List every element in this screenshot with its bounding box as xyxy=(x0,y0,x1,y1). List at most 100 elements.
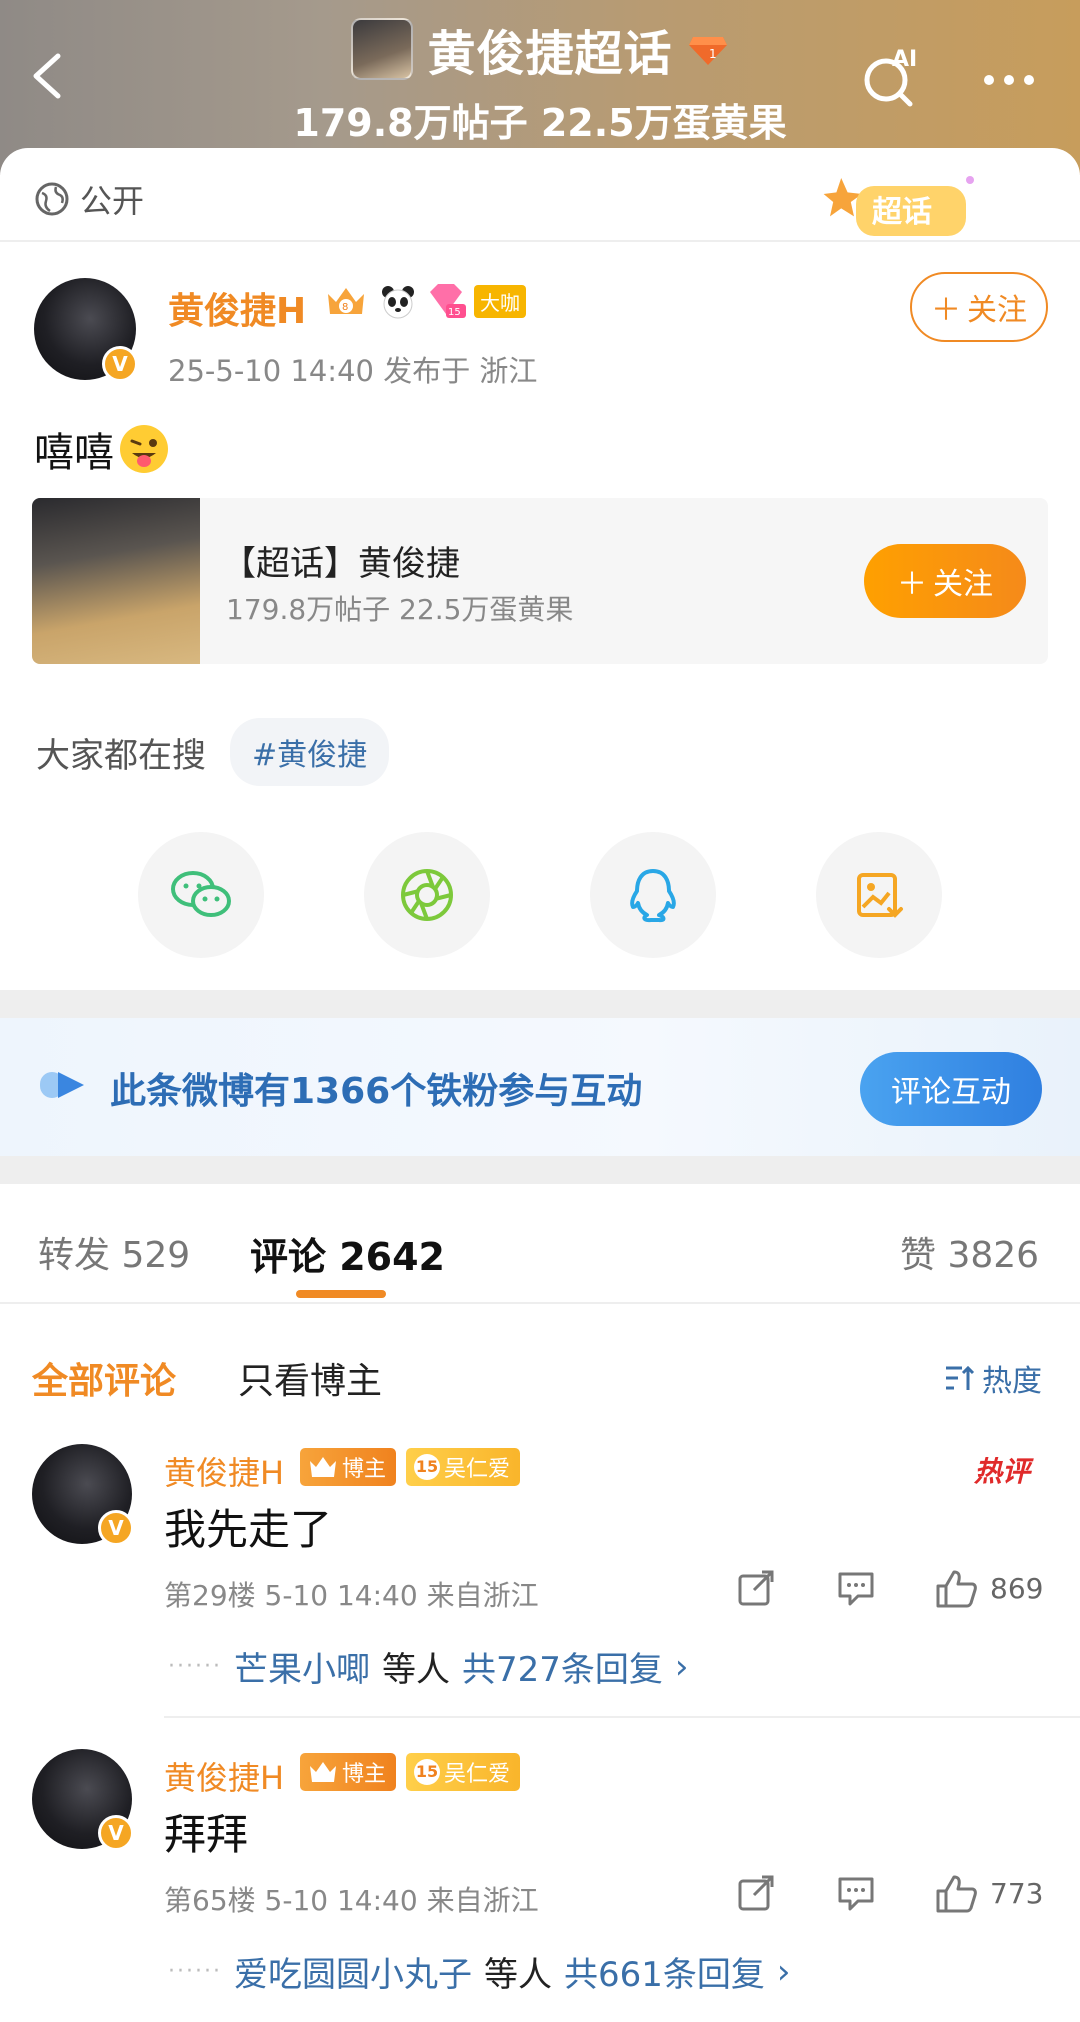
share-icon[interactable] xyxy=(734,1566,778,1610)
sort-icon xyxy=(946,1365,975,1390)
diamond-level-icon: 15 xyxy=(430,284,466,318)
reply-users: 芒果小唧 xyxy=(233,1650,370,1690)
like-count: 773 xyxy=(990,1876,1044,1910)
save-image-icon xyxy=(857,873,903,918)
crown-level-icon: 8 xyxy=(328,288,364,314)
reply-total: 共727条回复 xyxy=(461,1650,663,1690)
qq-icon xyxy=(630,869,676,923)
reply-total: 共661条回复 xyxy=(563,1955,765,1995)
thumbs-up-icon xyxy=(936,1570,977,1608)
reply-icon[interactable] xyxy=(834,1566,878,1610)
share-wechat-button[interactable] xyxy=(138,832,264,958)
like-button[interactable]: 773 xyxy=(934,1871,1043,1915)
section-gap xyxy=(0,1156,1080,1184)
comment-interact-button[interactable]: 评论互动 xyxy=(860,1052,1042,1126)
verified-v-icon: V xyxy=(98,1510,134,1546)
gem-badge-icon: 1 xyxy=(688,37,727,65)
comment-actions: 773 xyxy=(734,1871,1043,1915)
chevron-right-icon: › xyxy=(674,1646,689,1687)
post-content: 嘻嘻 xyxy=(34,420,168,478)
comment-meta: 第65楼 5-10 14:40 来自浙江 xyxy=(164,1884,539,1917)
comment-text: 拜拜 xyxy=(164,1810,249,1859)
fan-level-badge: 15 吴仁爱 xyxy=(406,1753,521,1791)
reply-mid-text: 等人 xyxy=(483,1955,552,1995)
filter-all-comments[interactable]: 全部评论 xyxy=(32,1352,176,1404)
author-badges: 8 15 大咖 xyxy=(322,282,526,320)
share-row xyxy=(138,832,942,958)
reply-icon[interactable] xyxy=(834,1871,878,1915)
reply-dots: ······ xyxy=(168,1654,222,1679)
more-options-icon[interactable] xyxy=(984,70,1044,85)
like-button[interactable]: 869 xyxy=(934,1566,1043,1610)
author-avatar[interactable]: V xyxy=(34,278,138,382)
share-moments-button[interactable] xyxy=(364,832,490,958)
visibility-label: 公开 xyxy=(80,182,145,220)
divider xyxy=(0,240,1080,242)
fan-level-badge: 15 吴仁爱 xyxy=(406,1448,521,1486)
sort-label: 热度 xyxy=(982,1364,1042,1399)
reply-dots: ······ xyxy=(168,1959,222,1984)
page-title: 黄俊捷超话 xyxy=(427,26,673,82)
trending-search-label: 大家都在搜 xyxy=(36,735,206,776)
commenter-avatar[interactable]: V xyxy=(32,1749,134,1851)
supertopic-sticker-icon: 超话 xyxy=(823,176,974,236)
comment-item: V 黄俊捷H 博主 15 吴仁爱 热评 我先走了 第29楼 5-10 14:40… xyxy=(0,1444,1080,1744)
ai-search-icon[interactable]: AI xyxy=(858,44,928,110)
owner-badge: 博主 xyxy=(300,1448,397,1486)
crown-icon xyxy=(310,1457,336,1477)
post-card: 公开 超话 V 黄俊捷H 8 15 大咖 25-5-10 14:40 发布于 浙… xyxy=(0,148,1080,2022)
fans-interaction-banner: 此条微博有1366个铁粉参与互动 评论互动 xyxy=(0,1018,1080,1156)
owner-badge: 博主 xyxy=(300,1753,397,1791)
comment-item: V 黄俊捷H 博主 15 吴仁爱 拜拜 第65楼 5-10 14:40 来自浙江 xyxy=(0,1749,1080,2022)
save-image-button[interactable] xyxy=(816,832,942,958)
filter-owner-only[interactable]: 只看博主 xyxy=(238,1352,382,1404)
author-name[interactable]: 黄俊捷H xyxy=(168,282,306,334)
trending-search-row: 大家都在搜 #黄俊捷 xyxy=(36,718,390,786)
view-replies-link[interactable]: ······ 芒果小唧 等人 共727条回复 › xyxy=(168,1642,688,1691)
supertopic-card-title: 【超话】黄俊捷 xyxy=(222,544,460,584)
section-gap xyxy=(0,990,1080,1018)
sort-by-hot-button[interactable]: 热度 xyxy=(944,1356,1042,1400)
supertopic-card-stats: 179.8万帖子 22.5万蛋黄果 xyxy=(226,593,574,626)
thumbs-up-icon xyxy=(936,1875,977,1913)
svg-text:1: 1 xyxy=(709,47,717,61)
trending-search-chip[interactable]: #黄俊捷 xyxy=(230,718,390,786)
tongue-wink-emoji-icon xyxy=(120,425,168,473)
wechat-icon xyxy=(171,871,231,917)
commenter-badges: 博主 15 吴仁爱 xyxy=(300,1448,521,1486)
supertopic-thumbnail xyxy=(32,498,200,664)
view-replies-link[interactable]: ······ 爱吃圆圆小丸子 等人 共661条回复 › xyxy=(168,1947,790,1996)
verified-v-icon: V xyxy=(98,1815,134,1851)
share-icon[interactable] xyxy=(734,1871,778,1915)
commenter-avatar[interactable]: V xyxy=(32,1444,134,1546)
moments-icon xyxy=(401,869,453,921)
divider xyxy=(0,1302,1080,1304)
svg-text:超话: 超话 xyxy=(872,195,932,230)
follow-supertopic-button[interactable]: ＋关注 xyxy=(864,544,1026,618)
tab-comment[interactable]: 评论 2642 xyxy=(250,1226,445,1281)
tab-repost[interactable]: 转发 529 xyxy=(38,1226,190,1278)
comment-meta: 第29楼 5-10 14:40 来自浙江 xyxy=(164,1579,539,1612)
tab-like[interactable]: 赞 3826 xyxy=(900,1226,1039,1278)
supertopic-card[interactable]: 【超话】黄俊捷 179.8万帖子 22.5万蛋黄果 ＋关注 xyxy=(32,498,1048,664)
svg-text:AI: AI xyxy=(892,47,917,72)
vip-badge: 大咖 xyxy=(474,284,526,318)
plus-icon: ＋ xyxy=(897,567,927,602)
interaction-tabs: 转发 529 评论 2642 赞 3826 xyxy=(0,1184,1080,1304)
commenter-badges: 博主 15 吴仁爱 xyxy=(300,1753,521,1791)
comment-actions: 869 xyxy=(734,1566,1043,1610)
panda-icon xyxy=(382,286,414,319)
follow-author-button[interactable]: ＋关注 xyxy=(910,272,1048,342)
svg-text:15: 15 xyxy=(448,307,461,318)
active-tab-indicator xyxy=(296,1290,386,1298)
fans-interaction-text: 此条微博有1366个铁粉参与互动 xyxy=(110,1071,643,1112)
comment-filter-row: 全部评论 只看博主 热度 xyxy=(0,1338,1080,1408)
post-meta: 25-5-10 14:40 发布于 浙江 xyxy=(168,354,538,388)
reply-mid-text: 等人 xyxy=(381,1650,450,1690)
share-qq-button[interactable] xyxy=(590,832,716,958)
commenter-name[interactable]: 黄俊捷H xyxy=(164,1753,284,1799)
supertopic-avatar xyxy=(351,18,414,80)
commenter-name[interactable]: 黄俊捷H xyxy=(164,1448,284,1494)
divider xyxy=(164,1716,1080,1718)
globe-icon xyxy=(35,182,69,216)
